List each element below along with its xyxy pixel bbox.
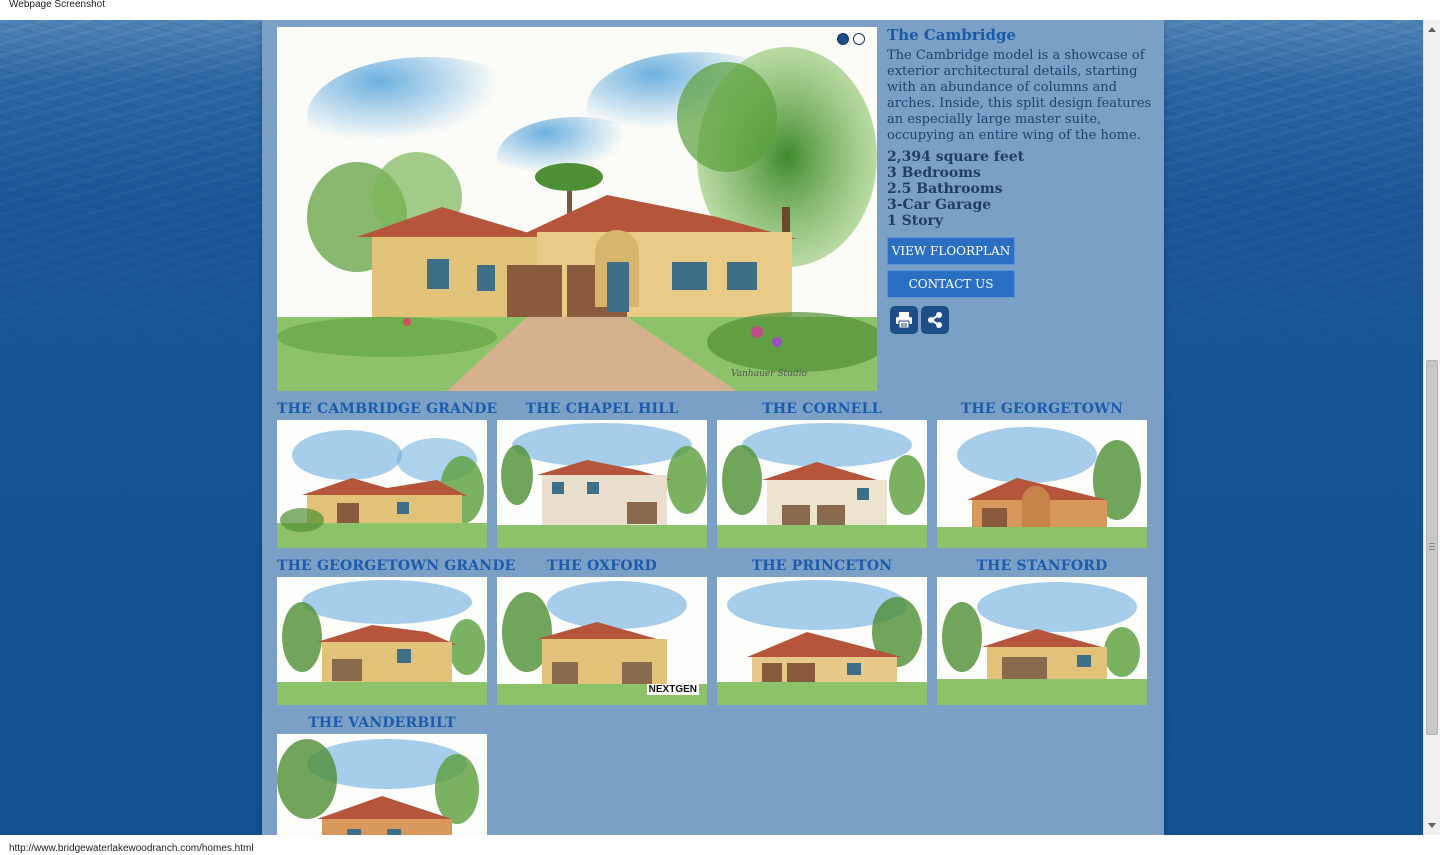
model-details: The Cambridge The Cambridge model is a s… [887, 26, 1152, 334]
model-card-title[interactable]: THE GEORGETOWN GRANDE [277, 557, 515, 577]
model-card-title[interactable]: THE STANFORD [937, 557, 1147, 577]
print-icon[interactable] [890, 306, 918, 334]
model-card-title[interactable]: THE GEORGETOWN [937, 400, 1147, 420]
view-floorplan-button[interactable]: VIEW FLOORPLAN [887, 237, 1015, 265]
page-viewport: Vanhauer Studio The Cambridge The Cambri… [0, 20, 1423, 835]
action-icons [890, 306, 1152, 334]
hero-slideshow[interactable]: Vanhauer Studio [277, 27, 877, 391]
model-card-stanford[interactable]: THE STANFORD [937, 557, 1147, 705]
model-thumbnail[interactable] [717, 577, 927, 705]
scroll-up-icon[interactable] [1428, 27, 1436, 32]
model-card-title[interactable]: THE CORNELL [717, 400, 927, 420]
model-thumbnail[interactable] [277, 577, 487, 705]
model-thumbnail[interactable] [277, 734, 487, 835]
model-title: The Cambridge [887, 26, 1016, 44]
spec-stories: 1 Story [887, 213, 944, 229]
window-title: Webpage Screenshot [0, 0, 1440, 20]
scrollbar-thumb[interactable] [1426, 360, 1438, 735]
model-description: The Cambridge model is a showcase of ext… [887, 48, 1152, 143]
hero-house-rendering [277, 27, 877, 391]
slideshow-dots [837, 33, 865, 45]
model-card-title[interactable]: THE CHAPEL HILL [497, 400, 707, 420]
status-bar-url: http://www.bridgewaterlakewoodranch.com/… [0, 835, 1440, 855]
model-card-title[interactable]: THE OXFORD [497, 557, 707, 577]
model-card-georgetown[interactable]: THE GEORGETOWN [937, 400, 1147, 548]
nextgen-badge: NEXTGEN [646, 684, 699, 695]
model-card-chapel-hill[interactable]: THE CHAPEL HILL [497, 400, 707, 548]
model-thumbnail[interactable] [277, 420, 487, 548]
model-thumbnail[interactable] [717, 420, 927, 548]
model-thumbnail[interactable] [497, 420, 707, 548]
model-card-vanderbilt[interactable]: THE VANDERBILT [277, 714, 487, 835]
model-card-cambridge-grande[interactable]: THE CAMBRIDGE GRANDE [277, 400, 497, 548]
grip-icon [1429, 543, 1435, 552]
model-thumbnail[interactable] [937, 577, 1147, 705]
artist-signature: Vanhauer Studio [731, 369, 807, 379]
spec-bathrooms: 2.5 Bathrooms [887, 181, 1003, 197]
spec-garage: 3-Car Garage [887, 197, 992, 213]
model-thumbnail[interactable] [937, 420, 1147, 548]
spec-square-feet: 2,394 square feet [887, 149, 1025, 165]
model-thumbnail[interactable]: NEXTGEN [497, 577, 707, 705]
model-card-title[interactable]: THE CAMBRIDGE GRANDE [277, 400, 497, 420]
model-specs: 2,394 square feet 3 Bedrooms 2.5 Bathroo… [887, 149, 1152, 229]
vertical-scrollbar[interactable] [1423, 20, 1440, 835]
model-card-title[interactable]: THE VANDERBILT [277, 714, 487, 734]
spec-bedrooms: 3 Bedrooms [887, 165, 981, 181]
contact-us-button[interactable]: CONTACT US [887, 270, 1015, 298]
model-card-georgetown-grande[interactable]: THE GEORGETOWN GRANDE [277, 557, 515, 705]
slide-dot-1[interactable] [837, 33, 849, 45]
model-card-title[interactable]: THE PRINCETON [717, 557, 927, 577]
model-card-oxford[interactable]: THE OXFORD NEXTGEN [497, 557, 707, 705]
share-icon[interactable] [921, 306, 949, 334]
model-card-princeton[interactable]: THE PRINCETON [717, 557, 927, 705]
scroll-down-icon[interactable] [1428, 823, 1436, 828]
model-card-cornell[interactable]: THE CORNELL [717, 400, 927, 548]
content-panel: Vanhauer Studio The Cambridge The Cambri… [262, 20, 1164, 835]
slide-dot-2[interactable] [853, 33, 865, 45]
